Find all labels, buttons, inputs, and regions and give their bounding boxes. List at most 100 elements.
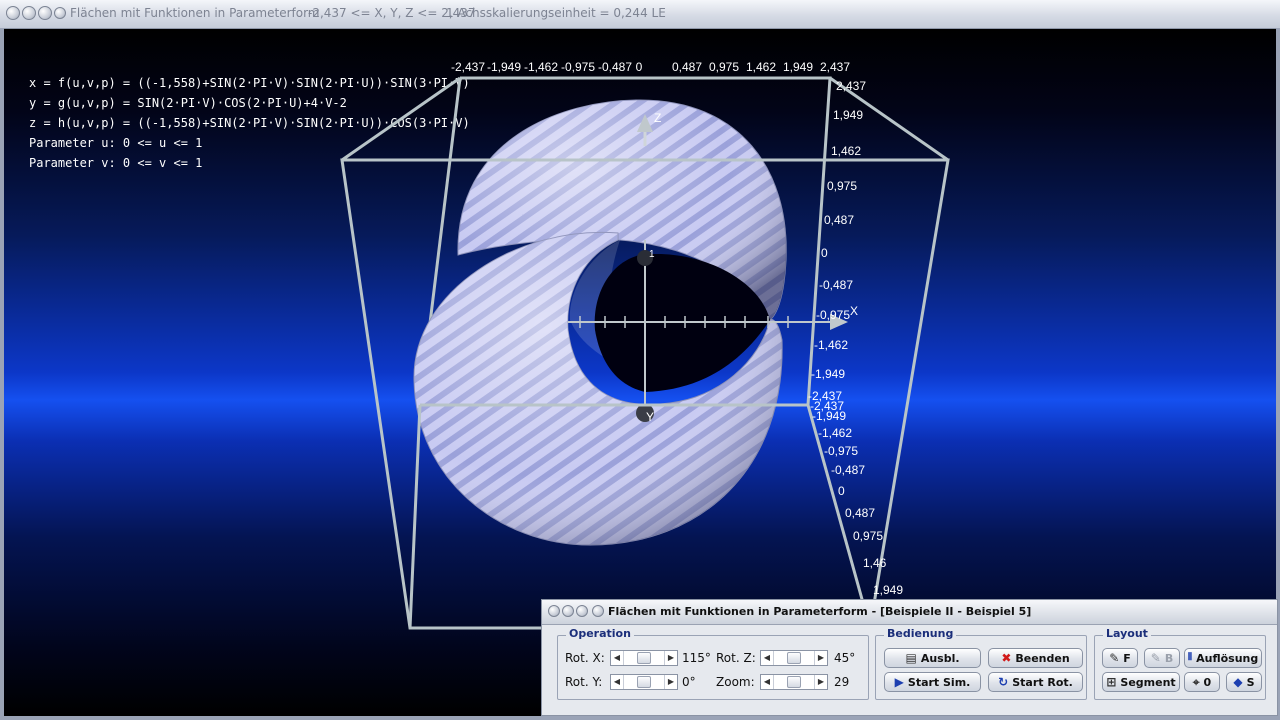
tick-label: -0,975 <box>824 444 858 458</box>
play-icon: ▶ <box>894 675 904 689</box>
b-button-label: B <box>1164 651 1174 665</box>
start-sim-button[interactable]: ▶ Start Sim. <box>884 672 981 692</box>
aufloesung-button[interactable]: ⦀ Auflösung <box>1184 648 1262 668</box>
operation-group: Operation Rot. X: ◀ ▶ 115° Rot. Y: ◀ ▶ 0… <box>557 627 869 700</box>
dialog-minimize-button[interactable] <box>562 605 574 617</box>
rot-y-left-arrow-icon[interactable]: ◀ <box>611 675 624 689</box>
maximize-button[interactable] <box>38 6 52 20</box>
rot-x-slider-thumb[interactable] <box>637 652 651 664</box>
rot-x-label: Rot. X: <box>565 651 605 665</box>
tick-label: 1,949 <box>873 583 903 597</box>
dialog-title: Flächen mit Funktionen in Parameterform … <box>608 605 1032 618</box>
rot-y-right-arrow-icon[interactable]: ▶ <box>664 675 677 689</box>
save-icon: ◆ <box>1233 675 1243 689</box>
s-button[interactable]: ◆ S <box>1226 672 1262 692</box>
rot-z-right-arrow-icon[interactable]: ▶ <box>814 651 827 665</box>
rot-x-slider[interactable]: ◀ ▶ <box>610 650 678 666</box>
control-dialog: Flächen mit Funktionen in Parameterform … <box>541 599 1278 716</box>
tick-label: 1,949 <box>833 108 863 122</box>
tick-label: -0,975 <box>816 308 850 322</box>
bedienung-group: Bedienung ▤ Ausbl. ✖ Beenden ▶ Start Sim… <box>875 627 1087 700</box>
brush-icon: ✎ <box>1150 651 1161 665</box>
hide-icon: ▤ <box>905 651 917 665</box>
tick-label: -1,462 <box>814 338 848 352</box>
window-scale: 1 Achsskalierungseinheit = 0,244 LE <box>446 6 666 20</box>
tick-label: 1,949 <box>783 60 813 74</box>
zoom-slider[interactable]: ◀ ▶ <box>760 674 828 690</box>
aufloesung-button-label: Auflösung <box>1196 651 1259 665</box>
tick-label: -1,949 <box>811 367 845 381</box>
rotate-icon: ↻ <box>998 675 1009 689</box>
beenden-button-label: Beenden <box>1015 651 1070 665</box>
lower-tick-labels: -2,437-1,949-1,462-0,975-0,48700,4870,97… <box>810 399 903 597</box>
rot-y-slider[interactable]: ◀ ▶ <box>610 674 678 690</box>
tick-label: 0,975 <box>709 60 739 74</box>
tick-label: 0,487 <box>672 60 702 74</box>
tick-label: 0,975 <box>827 179 857 193</box>
rot-z-left-arrow-icon[interactable]: ◀ <box>761 651 774 665</box>
beenden-button[interactable]: ✖ Beenden <box>988 648 1083 668</box>
s-button-label: S <box>1246 675 1255 689</box>
layout-group-title: Layout <box>1103 627 1151 640</box>
rot-x-right-arrow-icon[interactable]: ▶ <box>664 651 677 665</box>
tick-label: -0,487 <box>598 60 632 74</box>
f-button[interactable]: ✎ F <box>1102 648 1138 668</box>
tick-label: 1,462 <box>746 60 776 74</box>
app-title-bar: Flächen mit Funktionen in Parameterform … <box>0 0 1280 29</box>
rot-y-value: 0° <box>682 675 696 689</box>
rot-x-value: 115° <box>682 651 711 665</box>
crosshair-icon: ⌖ <box>1192 675 1200 689</box>
rot-x-left-arrow-icon[interactable]: ◀ <box>611 651 624 665</box>
rot-z-label: Rot. Z: <box>716 651 756 665</box>
tick-label: -0,975 <box>561 60 595 74</box>
window-title: Flächen mit Funktionen in Parameterform <box>70 6 320 20</box>
dialog-icon <box>592 605 604 617</box>
start-rot-button[interactable]: ↻ Start Rot. <box>988 672 1083 692</box>
bedienung-group-title: Bedienung <box>884 627 957 640</box>
right-tick-labels: 2,437 1,949 1,462 0,975 0,487 0 -0,487 -0,975 -1… <box>808 79 866 403</box>
zoom-label: Zoom: <box>716 675 755 689</box>
b-button[interactable]: ✎ B <box>1144 648 1180 668</box>
tick-label: -1,949 <box>487 60 521 74</box>
tick-label: -1,949 <box>812 409 846 423</box>
tick-label: -1,462 <box>818 426 852 440</box>
window-icon <box>54 7 66 19</box>
z-marker-label: 1 <box>649 249 655 260</box>
tick-label: -2,437 <box>451 60 485 74</box>
tick-label: 1,46 <box>863 556 887 570</box>
rot-y-label: Rot. Y: <box>565 675 603 689</box>
origin-button[interactable]: ⌖ 0 <box>1184 672 1220 692</box>
y-axis-label: Y <box>646 410 654 424</box>
start-rot-button-label: Start Rot. <box>1012 675 1073 689</box>
zoom-right-arrow-icon[interactable]: ▶ <box>814 675 827 689</box>
window-frame-bottom <box>0 716 1280 720</box>
tick-label: 0 <box>821 246 828 260</box>
rot-y-slider-thumb[interactable] <box>637 676 651 688</box>
minimize-button[interactable] <box>22 6 36 20</box>
segment-button[interactable]: ⊞ Segment <box>1102 672 1180 692</box>
zoom-value: 29 <box>834 675 850 689</box>
tick-label: 0 <box>838 484 845 498</box>
rot-z-slider-thumb[interactable] <box>787 652 801 664</box>
dialog-maximize-button[interactable] <box>576 605 588 617</box>
rot-z-value: 45° <box>834 651 856 665</box>
ausbl-button[interactable]: ▤ Ausbl. <box>884 648 981 668</box>
operation-group-title: Operation <box>566 627 634 640</box>
tick-label: -0,487 <box>819 278 853 292</box>
zoom-left-arrow-icon[interactable]: ◀ <box>761 675 774 689</box>
resolution-icon: ⦀ <box>1187 652 1193 663</box>
rot-z-slider[interactable]: ◀ ▶ <box>760 650 828 666</box>
grid-icon: ⊞ <box>1106 675 1117 689</box>
close-icon: ✖ <box>1001 651 1012 665</box>
dialog-menu-button[interactable] <box>548 605 560 617</box>
f-button-label: F <box>1123 651 1131 665</box>
segment-button-label: Segment <box>1120 675 1176 689</box>
pen-icon: ✎ <box>1109 651 1120 665</box>
tick-label: 0 <box>636 60 643 74</box>
zoom-slider-thumb[interactable] <box>787 676 801 688</box>
tick-label: -1,462 <box>524 60 558 74</box>
window-menu-button[interactable] <box>6 6 20 20</box>
tick-label: 0,487 <box>845 506 875 520</box>
ausbl-button-label: Ausbl. <box>920 651 960 665</box>
top-tick-labels: -2,437 -1,949 -1,462 -0,975 -0,487 0 0,487 0,97… <box>451 60 850 74</box>
